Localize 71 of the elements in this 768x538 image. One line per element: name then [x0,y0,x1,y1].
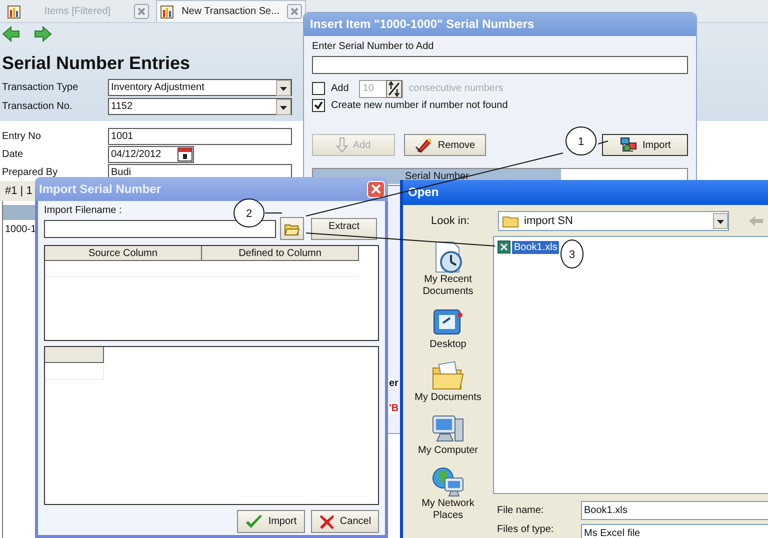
network-icon [431,466,465,498]
eraser-icon [414,137,433,153]
spreadsheet-icon [497,240,511,254]
callout-marker: 3 [560,240,584,268]
close-icon[interactable] [134,4,149,19]
file-type-dropdown[interactable]: Ms Excel file [581,524,768,538]
chart-icon [7,4,21,18]
window-title: Import Serial Number [39,182,162,196]
field-label: Files of type: [496,524,555,535]
checkbox[interactable] [312,99,325,112]
checkbox[interactable] [312,82,325,95]
folder-icon [284,222,300,236]
callout-marker: 1 [566,126,596,156]
leader-line [264,212,282,214]
import-icon [620,137,638,153]
back-arrow-icon[interactable] [2,26,20,42]
file-name-field[interactable]: Book1.xls [581,501,768,520]
import-button[interactable]: Import [602,134,688,156]
field-label: Import Filename : [44,205,122,217]
callout-marker: 2 [234,198,264,228]
places-item[interactable]: My Documents [413,360,483,404]
column-header: Defined to Column [202,246,359,261]
serial-input-field[interactable] [312,56,688,74]
places-item[interactable]: My Network Places [413,466,483,522]
spin-arrows-icon[interactable] [386,80,402,98]
cancel-button[interactable]: Cancel [311,510,379,533]
calendar-icon[interactable] [177,146,193,162]
close-icon[interactable] [286,4,302,19]
field-label: Transaction Type [2,82,80,93]
table-cell [45,363,104,380]
partial-text: 'B [389,403,399,414]
field-label: Look in: [431,214,471,226]
extract-button[interactable]: Extract [311,218,377,240]
dropdown[interactable]: 1152 [108,98,292,115]
places-item[interactable]: My Recent Documents [413,240,483,298]
look-in-dropdown[interactable]: import SN [498,210,729,230]
field-label: Entry No [2,130,42,142]
import-button[interactable]: Import [237,510,305,533]
places-item[interactable]: Desktop [413,307,483,351]
leader-line [598,140,608,144]
partial-text: er [389,378,398,389]
window-title: Open [403,180,768,205]
date-field[interactable]: 04/12/2012 [108,146,194,162]
folder-icon [431,360,465,392]
tab[interactable]: New Transaction Se... [156,0,306,22]
places-item[interactable]: My Computer [413,413,483,457]
column-header: Source Column [45,246,202,261]
suffix-label: consecutive numbers [408,83,504,94]
field-label: Date [2,148,24,160]
checkmark-icon [245,514,264,530]
browse-button[interactable] [280,217,304,240]
field-label: Prepared By [2,166,59,178]
chart-icon [160,4,174,18]
checkbox-label: Create new number if number not found [331,100,508,111]
cross-icon [318,514,335,530]
folder-icon [502,214,520,228]
column-header [45,347,104,363]
page-title: Serial Number Entries [2,52,190,75]
field-label: Transaction No. [2,101,74,112]
checkbox-label: Add [331,83,349,94]
field-label: File name: [496,505,545,516]
filename-field[interactable] [44,220,276,238]
page-indicator: #1 | 1 [5,185,32,197]
field-label: Enter Serial Number to Add [312,41,435,54]
forward-arrow-icon[interactable] [34,26,52,42]
text-field[interactable]: 1001 [108,128,292,144]
window-title: Insert Item "1000-1000" Serial Numbers [304,13,696,36]
table-cell-text: 1000-1 [4,223,38,237]
dropdown[interactable]: Inventory Adjustment [108,79,292,96]
remove-button[interactable]: Remove [404,134,486,156]
down-arrow-icon [336,137,348,153]
